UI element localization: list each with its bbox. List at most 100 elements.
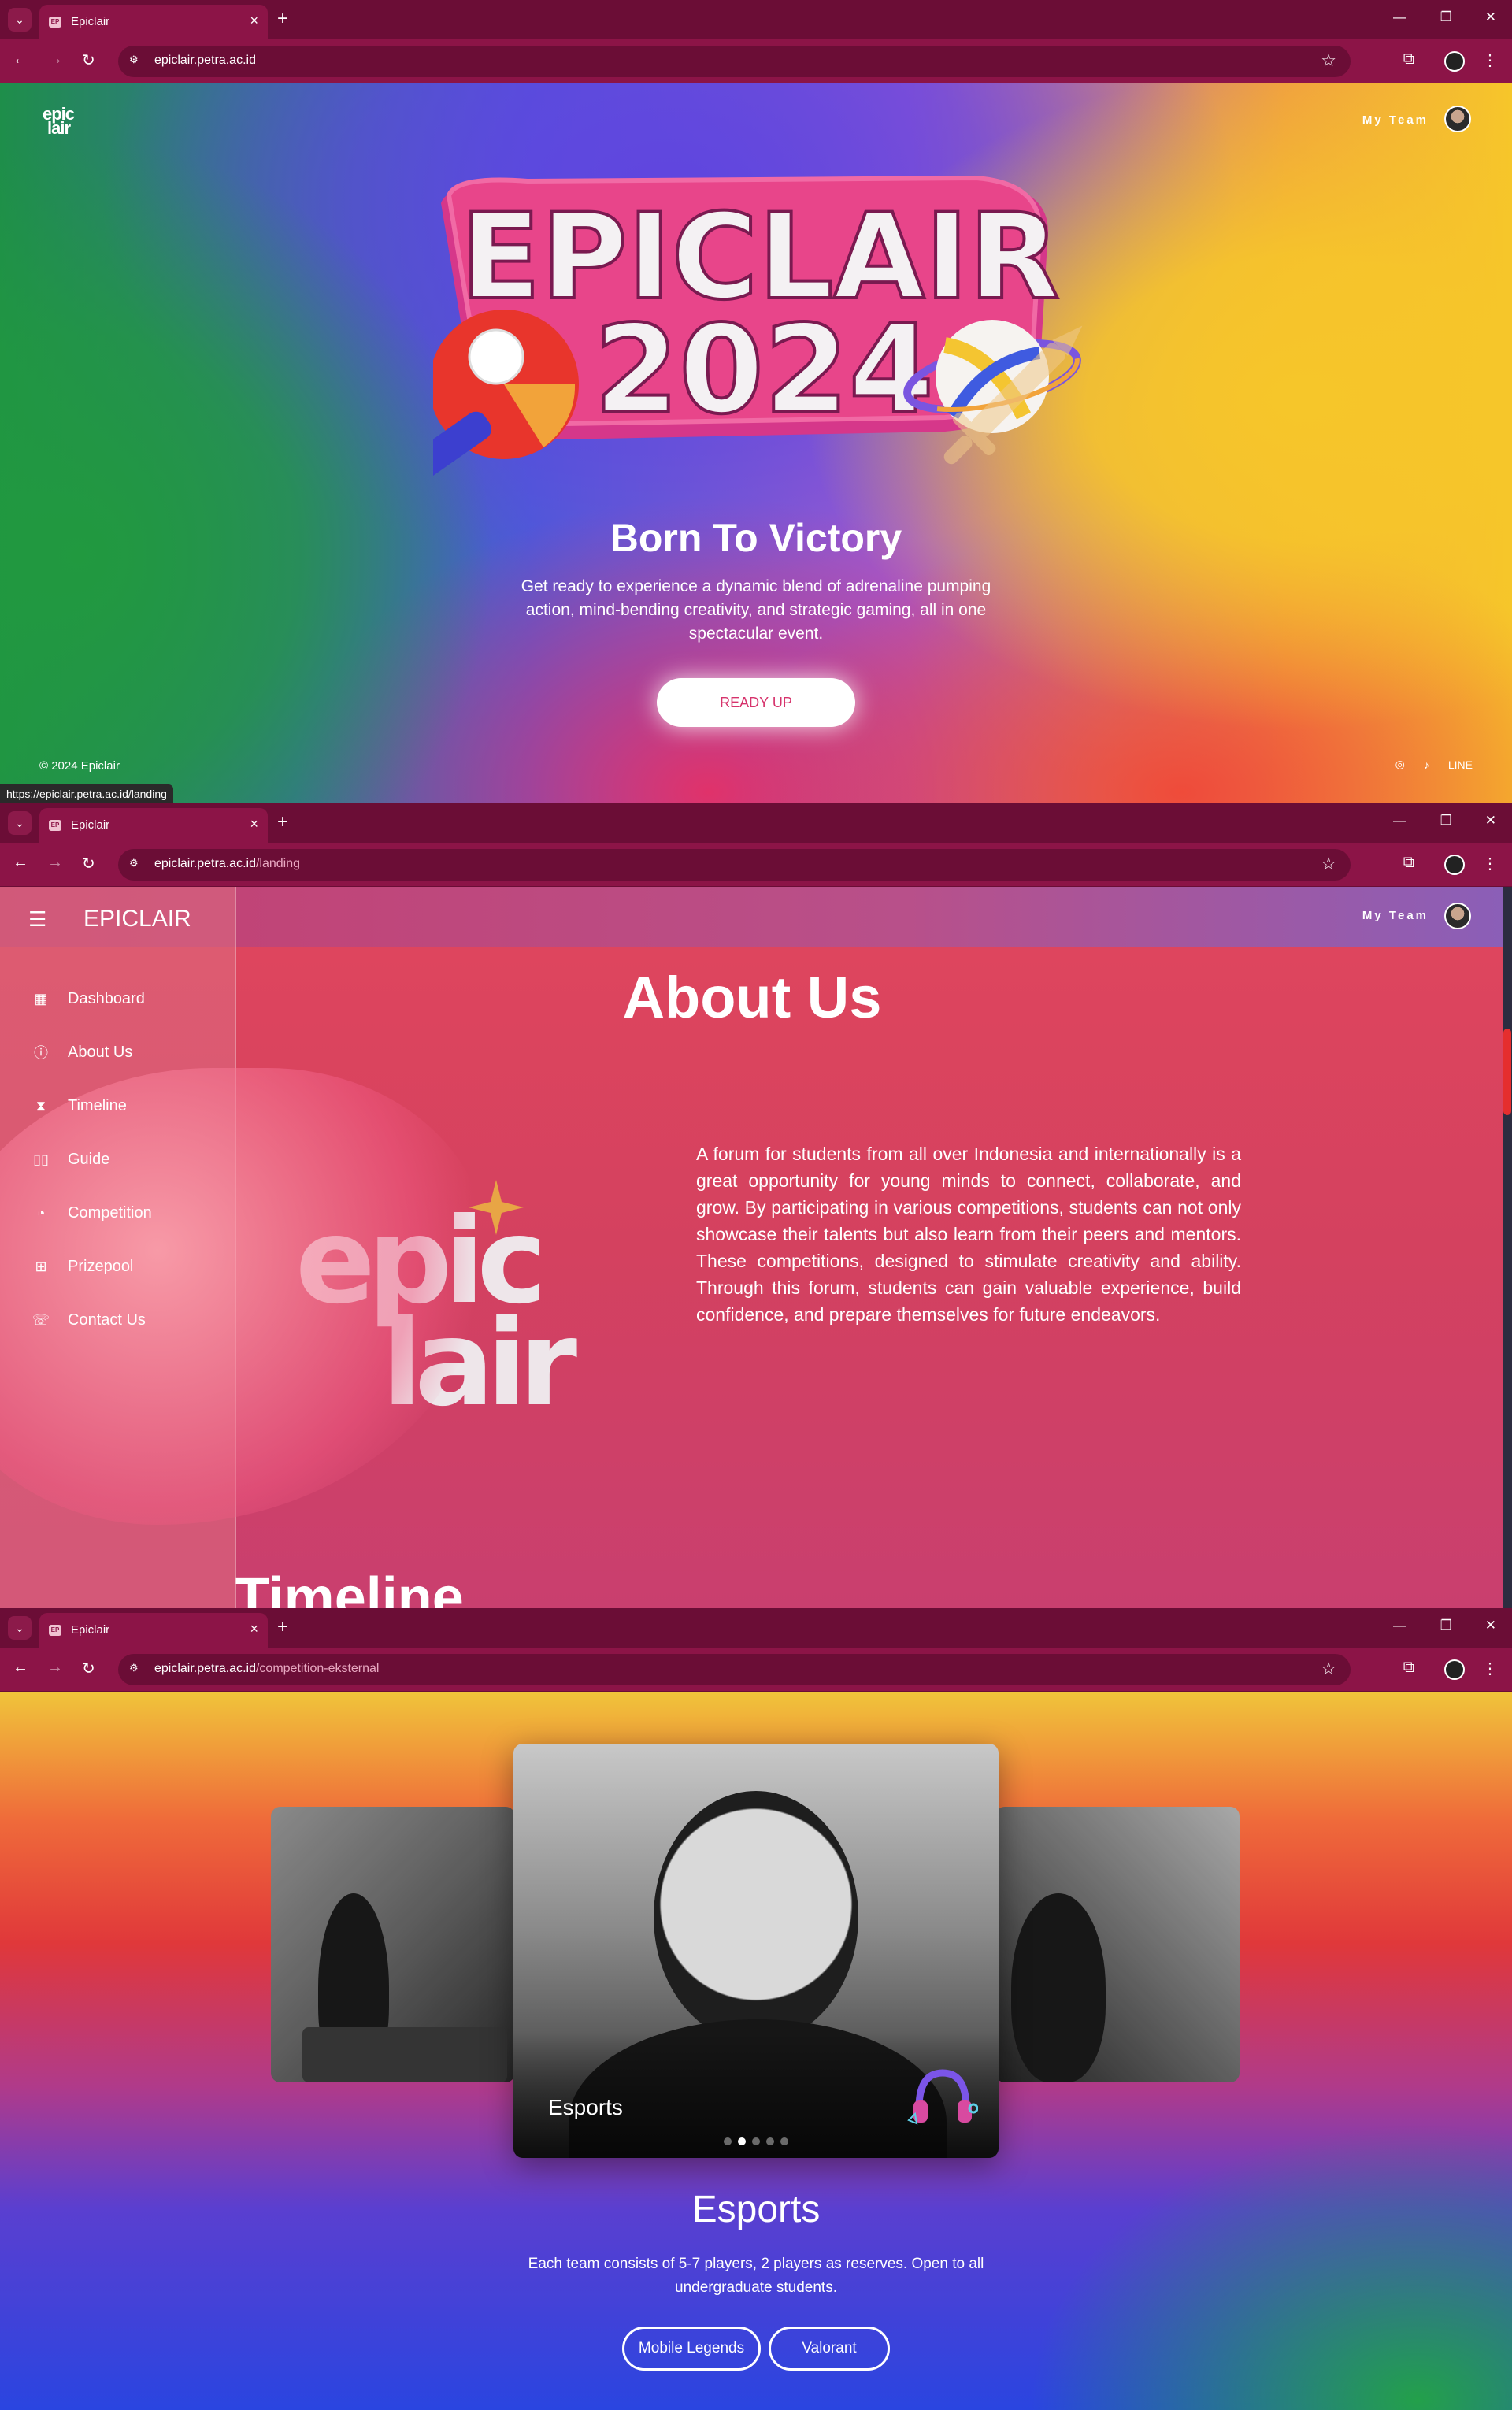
hero-tagline: Born To Victory — [610, 516, 902, 560]
minimize-button[interactable]: — — [1393, 1618, 1406, 1633]
page-scrollbar[interactable] — [1503, 887, 1512, 1608]
tiktok-icon[interactable]: ♪ — [1424, 758, 1429, 771]
close-window-button[interactable]: ✕ — [1485, 1618, 1496, 1633]
restore-button[interactable]: ❐ — [1440, 9, 1452, 25]
avatar[interactable] — [1444, 903, 1471, 929]
address-bar[interactable]: ⚙ epiclair.petra.ac.id/landing ☆ — [118, 849, 1351, 881]
sidebar-menu: ▦ Dashboard ⓘ About Us ⧗ Timeline ▯▯ Guide ◔… — [0, 972, 236, 1347]
competition-description: Each team consists of 5-7 players, 2 pla… — [528, 2256, 984, 2296]
reload-button[interactable]: ↻ — [82, 854, 95, 873]
browser-tab[interactable]: EP Epiclair × — [39, 1613, 268, 1648]
browser-tab[interactable]: EP Epiclair × — [39, 808, 268, 843]
book-icon: ▯▯ — [33, 1151, 49, 1167]
valorant-button[interactable]: Valorant — [769, 2327, 890, 2371]
url-text: epiclair.petra.ac.id — [154, 54, 256, 67]
tab-title: Epiclair — [71, 818, 110, 832]
favicon-icon: EP — [49, 17, 61, 28]
sidebar-item-guide[interactable]: ▯▯ Guide — [0, 1133, 236, 1186]
minimize-button[interactable]: — — [1393, 9, 1406, 25]
carousel-dot-active[interactable] — [738, 2137, 746, 2145]
browser-tab[interactable]: EP Epiclair × — [39, 5, 268, 39]
tab-search-button[interactable]: ⌄ — [8, 811, 32, 835]
dashboard-icon: ▦ — [34, 990, 48, 1007]
my-team-link[interactable]: My Team — [1362, 909, 1429, 922]
site-info-icon[interactable]: ⚙ — [129, 1662, 145, 1678]
browser-toolbar: ← → ↻ ⚙ epiclair.petra.ac.id/landing ☆ ⧉… — [0, 843, 1512, 887]
link-status-bar: https://epiclair.petra.ac.id/landing — [0, 784, 173, 803]
hero-description: Get ready to experience a dynamic blend … — [521, 577, 991, 643]
minimize-button[interactable]: — — [1393, 813, 1406, 829]
sidebar-item-contact-us[interactable]: ☏ Contact Us — [0, 1293, 236, 1347]
profile-icon[interactable] — [1444, 855, 1465, 875]
scrollbar-thumb[interactable] — [1503, 1029, 1511, 1115]
reload-button[interactable]: ↻ — [82, 1659, 95, 1678]
extensions-icon[interactable]: ⧉ — [1403, 50, 1414, 69]
forward-button[interactable]: → — [47, 854, 63, 872]
site-info-icon[interactable]: ⚙ — [129, 857, 145, 873]
bookmark-star-icon[interactable]: ☆ — [1321, 50, 1336, 71]
restore-button[interactable]: ❐ — [1440, 813, 1452, 829]
competition-title: Esports — [691, 2189, 821, 2230]
ping-pong-paddle-icon — [405, 310, 579, 482]
restore-button[interactable]: ❐ — [1440, 1618, 1452, 1633]
back-button[interactable]: ← — [13, 50, 28, 69]
forward-button[interactable]: → — [47, 50, 63, 69]
sidebar-item-dashboard[interactable]: ▦ Dashboard — [0, 972, 236, 1025]
sidebar-item-about-us[interactable]: ⓘ About Us — [0, 1025, 236, 1079]
browser-window-landing: ⌄ EP Epiclair × + — ❐ ✕ ← → ↻ ⚙ epiclair… — [0, 0, 1512, 803]
carousel-slide-next[interactable] — [995, 1807, 1240, 2082]
new-tab-button[interactable]: + — [277, 1616, 288, 1638]
new-tab-button[interactable]: + — [277, 8, 288, 30]
epiclair-logo[interactable]: epic lair — [43, 106, 75, 137]
back-button[interactable]: ← — [13, 854, 28, 872]
sidebar-item-competition[interactable]: ◔ Competition — [0, 1186, 236, 1240]
tab-close-icon[interactable]: × — [250, 816, 258, 832]
sidebar-item-timeline[interactable]: ⧗ Timeline — [0, 1079, 236, 1133]
tab-title: Epiclair — [71, 15, 110, 28]
bookmark-star-icon[interactable]: ☆ — [1321, 854, 1336, 874]
address-bar[interactable]: ⚙ epiclair.petra.ac.id ☆ — [118, 46, 1351, 77]
sidebar-item-prizepool[interactable]: ⊞ Prizepool — [0, 1240, 236, 1293]
carousel-dot[interactable] — [752, 2137, 760, 2145]
tab-close-icon[interactable]: × — [250, 1621, 258, 1637]
profile-icon[interactable] — [1444, 1659, 1465, 1680]
tab-search-button[interactable]: ⌄ — [8, 8, 32, 32]
tab-strip: ⌄ EP Epiclair × + — ❐ ✕ — [0, 1608, 1512, 1648]
carousel-slide-prev[interactable] — [271, 1807, 515, 2082]
forward-button[interactable]: → — [47, 1659, 63, 1677]
extensions-icon[interactable]: ⧉ — [1403, 854, 1414, 872]
my-team-link[interactable]: My Team — [1362, 113, 1429, 127]
close-window-button[interactable]: ✕ — [1485, 813, 1496, 829]
profile-icon[interactable] — [1444, 51, 1465, 72]
favicon-icon: EP — [49, 1625, 61, 1636]
mobile-legends-button[interactable]: Mobile Legends — [622, 2327, 761, 2371]
menu-kebab-icon[interactable]: ⋮ — [1482, 854, 1498, 873]
bookmark-star-icon[interactable]: ☆ — [1321, 1659, 1336, 1679]
back-button[interactable]: ← — [13, 1659, 28, 1677]
phone-icon: ☏ — [32, 1311, 50, 1328]
timeline-heading-peek: Timeline — [235, 1566, 464, 1608]
avatar[interactable] — [1444, 106, 1471, 132]
url-text: epiclair.petra.ac.id/competition-ekstern… — [154, 1662, 380, 1675]
site-info-icon[interactable]: ⚙ — [129, 54, 145, 69]
sidebar-brand[interactable]: EPICLAIR — [83, 906, 191, 932]
tab-close-icon[interactable]: × — [250, 13, 258, 29]
carousel-dot[interactable] — [724, 2137, 732, 2145]
menu-kebab-icon[interactable]: ⋮ — [1482, 1659, 1498, 1678]
line-link[interactable]: LINE — [1448, 758, 1473, 771]
close-window-button[interactable]: ✕ — [1485, 9, 1496, 25]
address-bar[interactable]: ⚙ epiclair.petra.ac.id/competition-ekste… — [118, 1654, 1351, 1685]
menu-kebab-icon[interactable]: ⋮ — [1482, 50, 1498, 70]
carousel-dot[interactable] — [766, 2137, 774, 2145]
carousel-dot[interactable] — [780, 2137, 788, 2145]
extensions-icon[interactable]: ⧉ — [1403, 1659, 1414, 1677]
carousel-slide-active[interactable]: Esports — [513, 1744, 999, 2158]
reload-button[interactable]: ↻ — [82, 50, 95, 70]
hamburger-menu-icon[interactable]: ☰ — [28, 907, 46, 932]
tab-search-button[interactable]: ⌄ — [8, 1616, 32, 1640]
instagram-icon[interactable]: ◎ — [1395, 758, 1405, 771]
browser-toolbar: ← → ↻ ⚙ epiclair.petra.ac.id ☆ ⧉ ⋮ — [0, 39, 1512, 83]
competition-page: Esports Esports Each team consists of 5-… — [0, 1692, 1512, 2410]
ready-up-button[interactable]: READY UP — [657, 678, 855, 727]
new-tab-button[interactable]: + — [277, 811, 288, 833]
